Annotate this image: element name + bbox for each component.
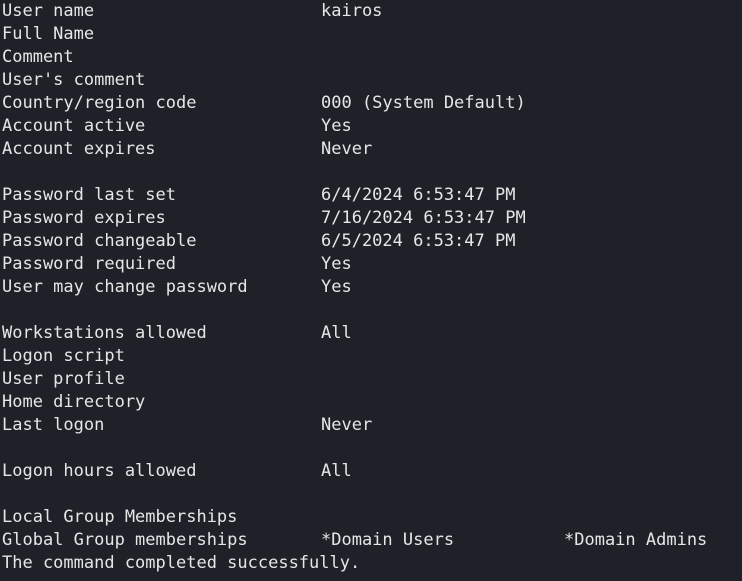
field-label: User name [2,1,95,21]
output-line-password-required: Password required Yes [0,253,742,276]
field-value: 6/4/2024 6:53:47 PM [321,185,516,205]
output-line-users-comment: User's comment [0,69,742,92]
field-label: Logon hours allowed [2,461,197,481]
output-line-logon-script: Logon script [0,345,742,368]
field-value: Never [321,139,373,159]
output-line-password-expires: Password expires 7/16/2024 6:53:47 PM [0,207,742,230]
output-line-local-group-memberships: Local Group Memberships [0,506,742,529]
field-label: Account active [2,116,146,136]
field-value: Yes [321,116,352,136]
output-line-password-last-set: Password last set 6/4/2024 6:53:47 PM [0,184,742,207]
field-value: 6/5/2024 6:53:47 PM [321,231,516,251]
field-label: Password changeable [2,231,197,251]
field-label: Password required [2,254,176,274]
field-value: 000 (System Default) [321,93,526,113]
output-line-global-group-memberships: Global Group memberships *Domain Users *… [0,529,742,552]
field-label: Home directory [2,392,146,412]
output-line-last-logon: Last logon Never [0,414,742,437]
field-label: Full Name [2,24,95,44]
output-line-account-expires: Account expires Never [0,138,742,161]
terminal-window: User name kairos Full Name Comment User'… [0,0,742,581]
field-value: Yes [321,277,352,297]
output-line-comment: Comment [0,46,742,69]
output-line-home-directory: Home directory [0,391,742,414]
output-line-full-name: Full Name [0,23,742,46]
output-line-user-name: User name kairos [0,0,742,23]
field-value: kairos [321,1,383,21]
field-value: All [321,323,352,343]
field-label: Country/region code [2,93,197,113]
field-label: Logon script [2,346,125,366]
field-label: Last logon [2,415,105,435]
field-value-secondary: *Domain Admins [564,530,708,550]
output-line-account-active: Account active Yes [0,115,742,138]
output-line-user-may-change-password: User may change password Yes [0,276,742,299]
field-label: Comment [2,47,74,67]
field-label: Workstations allowed [2,323,207,343]
output-line-password-changeable: Password changeable 6/5/2024 6:53:47 PM [0,230,742,253]
field-label: Password expires [2,208,166,228]
field-value: Yes [321,254,352,274]
field-label: Password last set [2,185,176,205]
output-line-country-code: Country/region code 000 (System Default) [0,92,742,115]
field-value: 7/16/2024 6:53:47 PM [321,208,526,228]
field-label: Local Group Memberships [2,507,238,527]
field-label: User profile [2,369,125,389]
field-label: Global Group memberships [2,530,248,550]
command-status-line: The command completed successfully. [0,552,742,575]
field-value: All [321,461,352,481]
output-line-user-profile: User profile [0,368,742,391]
status-message: The command completed successfully. [2,553,361,573]
output-line-logon-hours-allowed: Logon hours allowed All [0,460,742,483]
output-line-workstations-allowed: Workstations allowed All [0,322,742,345]
field-label: User's comment [2,70,146,90]
field-label: User may change password [2,277,248,297]
field-value: Never [321,415,373,435]
field-label: Account expires [2,139,156,159]
field-value: *Domain Users [321,530,455,550]
